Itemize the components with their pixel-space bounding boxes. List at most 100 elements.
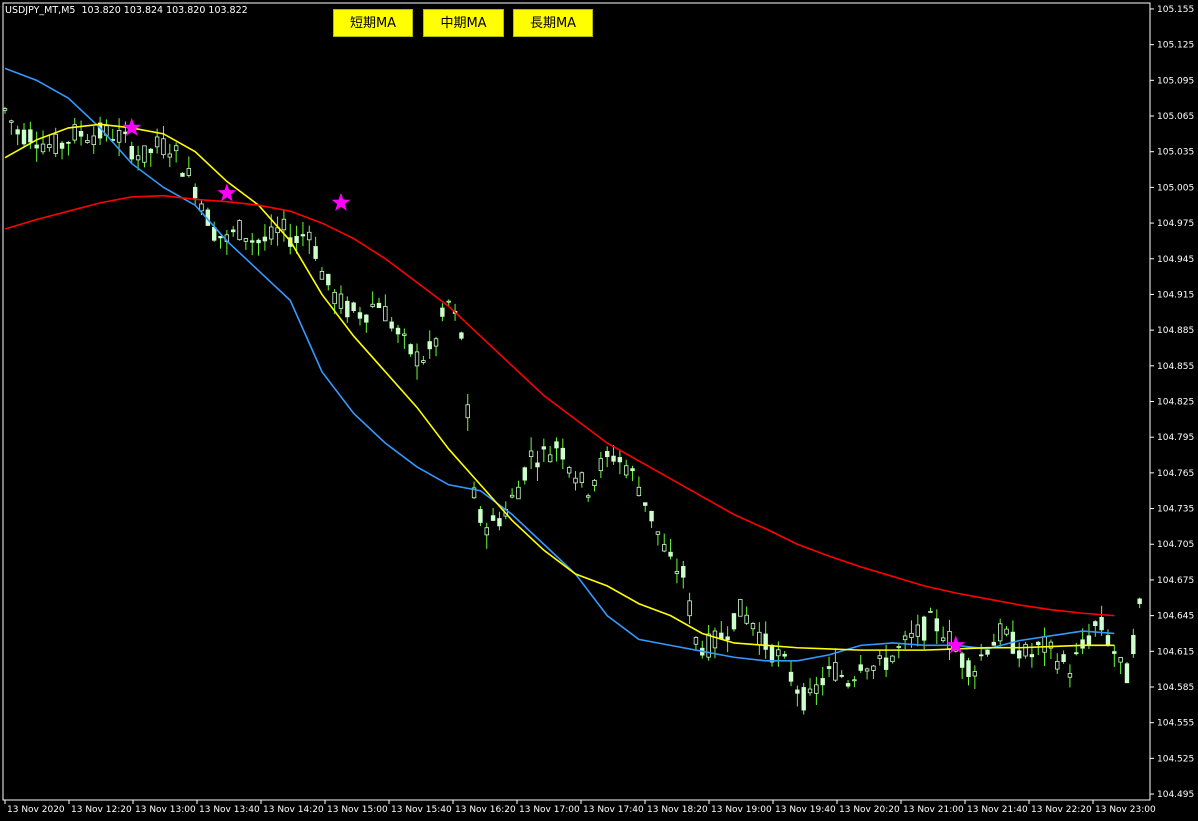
- candle-body: [230, 229, 236, 233]
- candle-body: [40, 143, 46, 153]
- x-tick-label: 13 Nov 15:00: [327, 805, 388, 815]
- y-tick-label: 105.095: [1157, 76, 1194, 86]
- candle-body: [807, 688, 813, 694]
- candle-body: [307, 231, 312, 241]
- candle-body: [1036, 641, 1041, 646]
- candle-body: [262, 236, 268, 242]
- candle-body: [319, 271, 325, 280]
- candle-body: [383, 306, 388, 322]
- candle-body: [250, 240, 255, 243]
- y-tick-label: 104.495: [1157, 790, 1194, 800]
- candle-body: [560, 447, 566, 460]
- candle-body: [1086, 635, 1092, 646]
- candle-body: [788, 671, 794, 682]
- x-tick-label: 13 Nov 22:20: [1031, 805, 1092, 815]
- candle-body: [53, 133, 58, 154]
- candle-body: [801, 687, 806, 711]
- x-tick-label: 13 Nov 18:20: [647, 805, 708, 815]
- long-ma-button[interactable]: 長期MA: [513, 9, 593, 37]
- candle-body: [554, 441, 559, 449]
- candle-body: [579, 472, 585, 484]
- candle-body: [237, 220, 242, 241]
- x-tick-label: 13 Nov 14:20: [263, 805, 324, 815]
- candle-body: [604, 451, 610, 458]
- y-tick-label: 104.825: [1157, 398, 1194, 408]
- x-tick-label: 13 Nov 2020: [7, 805, 65, 815]
- y-tick-label: 104.765: [1157, 469, 1194, 479]
- y-tick-label: 104.525: [1157, 754, 1194, 764]
- x-tick-label: 13 Nov 17:40: [583, 805, 644, 815]
- candle-body: [858, 664, 863, 671]
- candle-body: [826, 666, 832, 669]
- candle-body: [649, 510, 654, 522]
- candle-body: [459, 332, 464, 339]
- candle-body: [345, 300, 350, 318]
- candle-body: [915, 624, 920, 637]
- candle-body: [1112, 651, 1117, 654]
- candle-body: [465, 404, 470, 419]
- candle-body: [966, 660, 971, 677]
- x-tick-label: 13 Nov 23:00: [1095, 805, 1156, 815]
- symbol-header: USDJPY_MT,M5 103.820 103.824 103.820 103…: [5, 5, 248, 16]
- short-ma-button[interactable]: 短期MA: [333, 9, 413, 37]
- candle-body: [370, 303, 375, 307]
- candle-body: [877, 655, 882, 659]
- candle-body: [782, 653, 787, 657]
- candle-body: [985, 649, 990, 655]
- candle-body: [21, 129, 27, 145]
- candle-body: [896, 646, 901, 648]
- candle-body: [497, 518, 502, 527]
- candle-body: [211, 227, 217, 241]
- candle-body: [357, 312, 363, 319]
- candle-body: [959, 653, 965, 668]
- candle-body: [934, 618, 940, 632]
- candle-body: [547, 454, 553, 463]
- x-tick-label: 13 Nov 17:00: [519, 805, 580, 815]
- candle-body: [585, 495, 591, 498]
- x-tick-label: 13 Nov 21:00: [903, 805, 964, 815]
- candle-body: [34, 144, 39, 149]
- candle-body: [693, 637, 699, 645]
- candle-body: [256, 239, 261, 244]
- y-tick-label: 104.615: [1157, 647, 1194, 657]
- candle-body: [1137, 598, 1142, 604]
- mid-ma-button[interactable]: 中期MA: [423, 9, 504, 37]
- candle-body: [1124, 663, 1130, 684]
- candle-body: [1023, 643, 1028, 657]
- candle-body: [528, 450, 534, 458]
- candle-body: [902, 635, 908, 641]
- candle-body: [750, 623, 756, 630]
- candle-body: [402, 333, 407, 336]
- candle-body: [1074, 652, 1079, 655]
- y-tick-label: 104.555: [1157, 719, 1194, 729]
- candle-body: [376, 302, 382, 309]
- candle-body: [769, 645, 775, 663]
- candle-body: [148, 148, 153, 154]
- chart-window[interactable]: 105.155 105.125 105.095 105.065 105.035 105.0…: [0, 0, 1198, 821]
- candle-body: [1080, 639, 1085, 649]
- y-tick-label: 104.885: [1157, 326, 1194, 336]
- x-tick-label: 13 Nov 15:40: [391, 805, 452, 815]
- candle-body: [852, 679, 857, 682]
- candle-body: [142, 145, 147, 163]
- candle-body: [364, 314, 369, 323]
- candle-body: [776, 649, 781, 657]
- candle-body: [180, 172, 185, 177]
- y-tick-label: 105.005: [1157, 183, 1194, 193]
- candle-body: [351, 302, 356, 312]
- candle-body: [167, 153, 173, 158]
- candle-body: [668, 551, 673, 557]
- y-tick-label: 104.855: [1157, 362, 1194, 372]
- candle-body: [59, 142, 65, 149]
- candle-body: [129, 145, 134, 160]
- y-tick-label: 105.155: [1157, 5, 1194, 15]
- candle-body: [674, 571, 680, 574]
- candle-body: [509, 494, 515, 498]
- candle-body: [706, 633, 711, 658]
- candle-body: [611, 455, 616, 462]
- candle-body: [389, 321, 394, 329]
- candle-body: [643, 502, 648, 506]
- price-chart[interactable]: 105.155 105.125 105.095 105.065 105.035 105.0…: [0, 0, 1198, 821]
- candle-body: [636, 486, 642, 497]
- candle-body: [408, 344, 413, 355]
